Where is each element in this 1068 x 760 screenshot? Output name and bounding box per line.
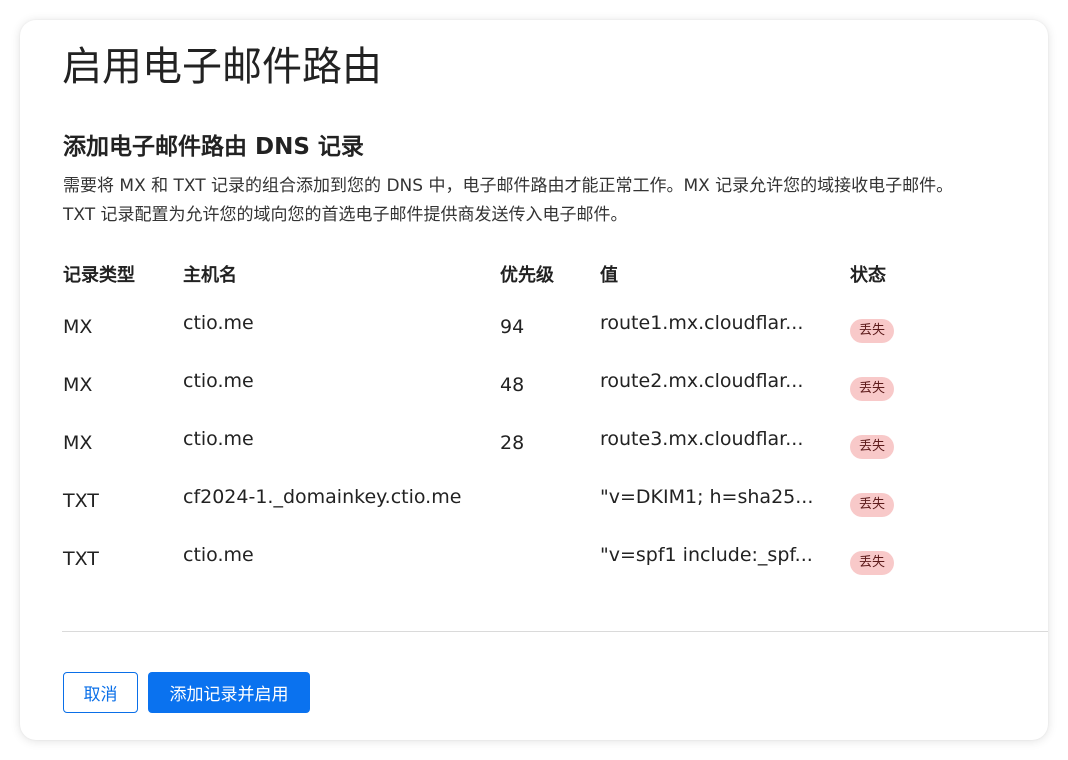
record-type: TXT	[63, 548, 99, 570]
status-badge: 丢失	[850, 551, 895, 575]
column-header-status: 状态	[850, 265, 886, 286]
record-hostname: ctio.me	[183, 370, 254, 392]
record-hostname: ctio.me	[183, 312, 254, 334]
section-description: 需要将 MX 和 TXT 记录的组合添加到您的 DNS 中，电子邮件路由才能正常…	[63, 176, 954, 225]
record-priority: 48	[500, 374, 525, 396]
record-priority: 94	[500, 316, 525, 338]
footer-divider	[62, 631, 1048, 632]
column-header-priority: 优先级	[500, 265, 554, 286]
column-header-value: 值	[600, 265, 618, 286]
page-title: 启用电子邮件路由	[62, 44, 382, 90]
record-type: MX	[63, 374, 93, 396]
record-type: MX	[63, 316, 93, 338]
record-type: MX	[63, 432, 93, 454]
cancel-button[interactable]: 取消	[63, 672, 138, 713]
record-value: route3.mx.cloudflar...	[600, 428, 804, 450]
record-type: TXT	[63, 490, 99, 512]
status-badge: 丢失	[850, 435, 895, 459]
record-hostname: ctio.me	[183, 428, 254, 450]
record-hostname: ctio.me	[183, 544, 254, 566]
status-badge: 丢失	[850, 493, 895, 517]
record-priority: 28	[500, 432, 525, 454]
status-badge: 丢失	[850, 377, 895, 401]
add-records-and-enable-button[interactable]: 添加记录并启用	[148, 672, 310, 713]
record-hostname: cf2024-1._domainkey.ctio.me	[183, 486, 462, 508]
record-value: "v=spf1 include:_spf...	[600, 544, 813, 566]
status-badge: 丢失	[850, 319, 895, 343]
enable-email-routing-card: 启用电子邮件路由 添加电子邮件路由 DNS 记录 需要将 MX 和 TXT 记录…	[20, 20, 1048, 740]
column-header-type: 记录类型	[63, 265, 135, 286]
record-value: route2.mx.cloudflar...	[600, 370, 804, 392]
record-value: route1.mx.cloudflar...	[600, 312, 804, 334]
section-title: 添加电子邮件路由 DNS 记录	[63, 134, 364, 160]
column-header-hostname: 主机名	[183, 265, 237, 286]
record-value: "v=DKIM1; h=sha25...	[600, 486, 814, 508]
